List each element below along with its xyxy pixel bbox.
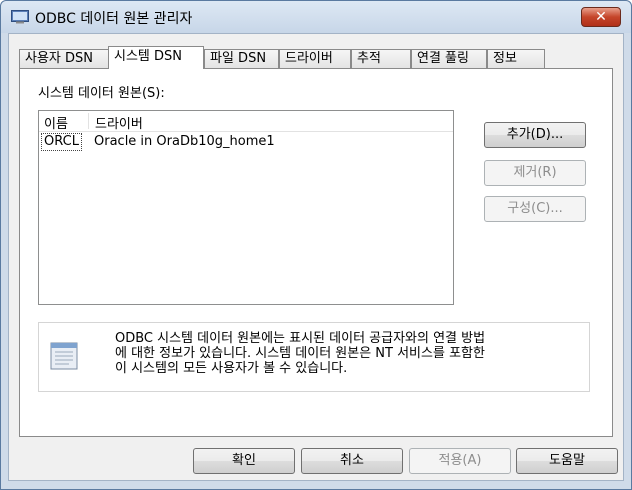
list-item[interactable]: ORCL Oracle in OraDb10g_home1	[41, 133, 455, 151]
tab-drivers[interactable]: 드라이버	[279, 49, 351, 68]
info-line: 이 시스템의 모든 사용자가 볼 수 있습니다.	[115, 361, 348, 376]
tab-about[interactable]: 정보	[487, 49, 545, 68]
configure-button[interactable]: 구성(C)...	[484, 196, 586, 222]
add-button[interactable]: 추가(D)...	[484, 122, 586, 148]
system-data-sources-label: 시스템 데이터 원본(S):	[38, 86, 165, 101]
column-header-driver[interactable]: 드라이버	[95, 113, 143, 132]
tab-connection-pooling[interactable]: 연결 풀링	[411, 49, 487, 68]
dsn-name-cell[interactable]: ORCL	[41, 133, 82, 151]
column-header-name[interactable]: 이름	[44, 113, 68, 132]
window-title: ODBC 데이터 원본 관리자	[35, 11, 193, 27]
apply-button[interactable]: 적용(A)	[409, 448, 511, 474]
info-text: ODBC 시스템 데이터 원본에는 표시된 데이터 공급자와의 연결 방법 에 …	[115, 331, 585, 376]
dialog-client-area: 사용자 DSN 시스템 DSN 파일 DSN 드라이버 추적 연결 풀링 정보 …	[8, 33, 624, 481]
ok-button[interactable]: 확인	[193, 448, 295, 474]
database-document-icon	[50, 342, 78, 370]
dsn-driver-cell[interactable]: Oracle in OraDb10g_home1	[94, 134, 275, 149]
list-header: 이름 드라이버	[39, 111, 453, 132]
column-divider[interactable]	[88, 113, 89, 129]
help-button[interactable]: 도움말	[516, 448, 618, 474]
info-line: 에 대한 정보가 있습니다. 시스템 데이터 원본은 NT 서비스를 포함한	[115, 346, 485, 361]
tab-tracing[interactable]: 추적	[351, 49, 411, 68]
system-dsn-list[interactable]: 이름 드라이버 ORCL Oracle in OraDb10g_home1	[38, 110, 454, 305]
info-line: ODBC 시스템 데이터 원본에는 표시된 데이터 공급자와의 연결 방법	[115, 331, 486, 346]
system-dsn-panel: 시스템 데이터 원본(S): 이름 드라이버 ORCL Oracle in Or…	[19, 68, 613, 437]
tab-system-dsn[interactable]: 시스템 DSN	[108, 46, 204, 69]
cancel-button[interactable]: 취소	[301, 448, 403, 474]
odbc-dialog-window: ODBC 데이터 원본 관리자 ✕ 사용자 DSN 시스템 DSN 파일 DSN…	[0, 0, 632, 490]
tab-file-dsn[interactable]: 파일 DSN	[204, 49, 279, 68]
tab-user-dsn[interactable]: 사용자 DSN	[19, 49, 109, 68]
info-box: ODBC 시스템 데이터 원본에는 표시된 데이터 공급자와의 연결 방법 에 …	[38, 322, 590, 392]
title-bar[interactable]: ODBC 데이터 원본 관리자 ✕	[1, 1, 631, 33]
close-icon: ✕	[595, 9, 607, 25]
odbc-app-icon	[11, 10, 29, 24]
close-button[interactable]: ✕	[581, 7, 621, 27]
remove-button[interactable]: 제거(R)	[484, 160, 586, 186]
